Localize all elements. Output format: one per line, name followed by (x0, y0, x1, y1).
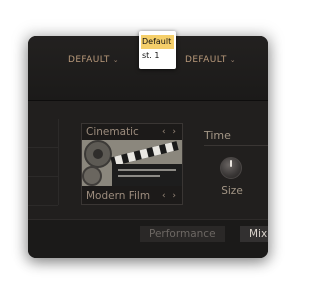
left-strip-row (28, 177, 58, 206)
section-title: Time (204, 129, 231, 142)
knob-label: Size (221, 185, 243, 197)
bottom-tab-bar: Performance Mix (28, 219, 268, 258)
category-arrows-icon[interactable]: ‹ › (162, 127, 178, 137)
tab-performance[interactable]: Performance (140, 226, 225, 242)
chevron-down-icon: ⌄ (112, 56, 120, 64)
left-strip-row (28, 119, 58, 148)
left-strip (28, 119, 59, 206)
category-label: Cinematic (86, 126, 139, 138)
preset-selector[interactable]: Modern Film ‹ › (82, 188, 182, 204)
preset-dropdown-left-label: DEFAULT (68, 55, 110, 65)
menu-item-default[interactable]: Default (141, 35, 174, 49)
preset-arrows-icon[interactable]: ‹ › (162, 191, 178, 201)
chevron-down-icon: ⌄ (229, 56, 237, 64)
preset-thumbnail-image (82, 140, 182, 186)
film-clapper-image (82, 140, 182, 186)
preset-popup-menu: Default st. 1 (139, 31, 176, 69)
preset-dropdown-right-label: DEFAULT (185, 55, 227, 65)
menu-item-st1[interactable]: st. 1 (139, 49, 176, 63)
preset-cell: Cinematic ‹ › Modern Film ‹ › (81, 123, 183, 205)
size-knob[interactable] (220, 157, 242, 179)
main-panel: Cinematic ‹ › Modern Film ‹ › Time Size (28, 101, 268, 219)
divider (204, 145, 268, 146)
plugin-window: DEFAULT ⌄ DEFAULT ⌄ Cinematic ‹ › Modern… (28, 36, 268, 258)
category-selector[interactable]: Cinematic ‹ › (82, 124, 182, 140)
preset-dropdown-left[interactable]: DEFAULT ⌄ (68, 55, 119, 65)
tab-mix[interactable]: Mix (240, 226, 268, 242)
preset-dropdown-right[interactable]: DEFAULT ⌄ (185, 55, 236, 65)
left-strip-row (28, 148, 58, 177)
preset-label: Modern Film (86, 190, 151, 202)
